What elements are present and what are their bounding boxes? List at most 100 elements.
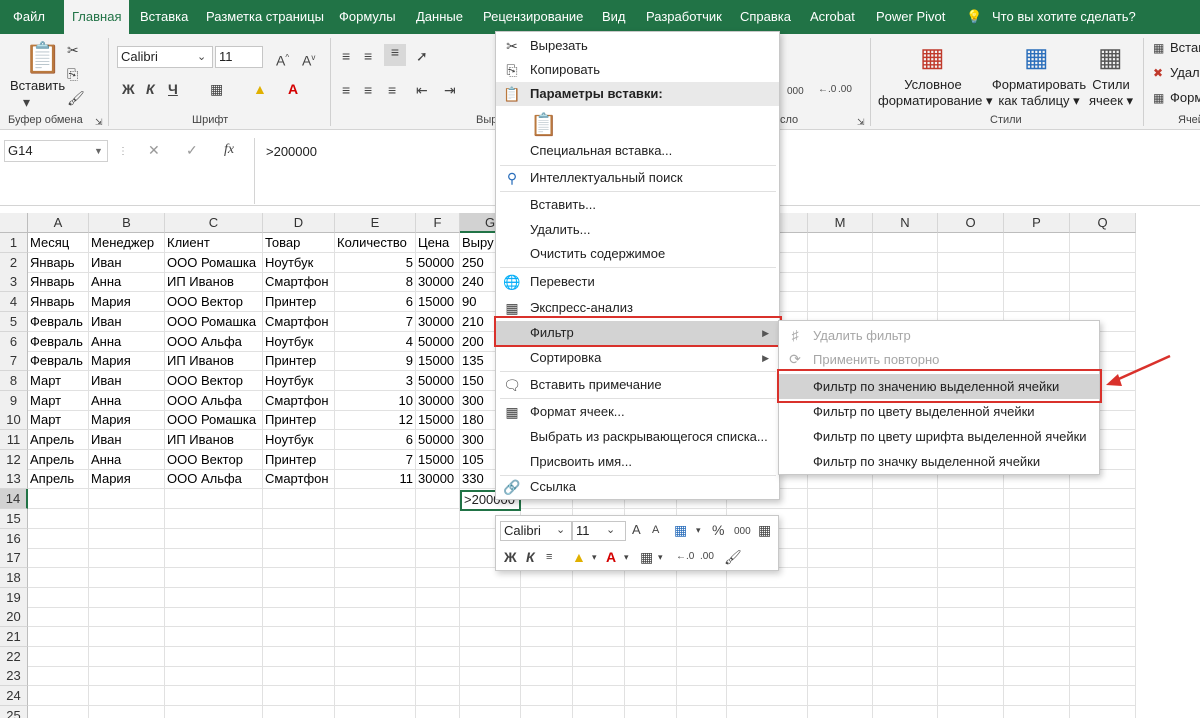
empty-cell[interactable]	[460, 686, 521, 707]
empty-cell[interactable]	[263, 548, 335, 569]
empty-cell[interactable]	[460, 627, 521, 647]
empty-cell[interactable]	[873, 548, 938, 569]
empty-cell[interactable]	[1004, 233, 1070, 253]
table-cell[interactable]: Товар	[263, 233, 335, 253]
empty-cell[interactable]	[873, 233, 938, 253]
empty-cell[interactable]	[1004, 705, 1070, 718]
empty-cell[interactable]	[89, 508, 165, 529]
empty-cell[interactable]	[873, 686, 938, 707]
column-header[interactable]: D	[263, 213, 335, 233]
submenu-item-filter-by-font-color[interactable]: Фильтр по цвету шрифта выделенной ячейки	[779, 424, 1099, 449]
tab-help[interactable]: Справка	[740, 0, 791, 34]
borders-icon[interactable]: ▦	[210, 81, 223, 97]
table-cell[interactable]: Январь	[28, 252, 89, 273]
empty-cell[interactable]	[416, 686, 460, 707]
empty-cell[interactable]	[873, 508, 938, 529]
table-cell[interactable]: ИП Иванов	[165, 430, 263, 450]
tab-power-pivot[interactable]: Power Pivot	[876, 0, 945, 34]
column-header[interactable]: O	[938, 213, 1004, 233]
table-cell[interactable]: Март	[28, 410, 89, 431]
empty-cell[interactable]	[808, 666, 873, 687]
tell-me-search[interactable]: Что вы хотите сделать?	[992, 0, 1136, 34]
menu-item-cut[interactable]: ✂ Вырезать	[496, 34, 779, 58]
empty-cell[interactable]	[1004, 686, 1070, 707]
empty-cell[interactable]	[625, 627, 677, 647]
empty-cell[interactable]	[165, 489, 263, 510]
column-header[interactable]: B	[89, 213, 165, 233]
empty-cell[interactable]	[1070, 528, 1136, 549]
column-header[interactable]: N	[873, 213, 938, 233]
empty-cell[interactable]	[1004, 292, 1070, 313]
empty-cell[interactable]	[460, 587, 521, 608]
chevron-down-icon[interactable]: ▾	[658, 549, 663, 565]
empty-cell[interactable]	[89, 705, 165, 718]
empty-cell[interactable]	[165, 508, 263, 529]
table-cell[interactable]: Месяц	[28, 233, 89, 253]
empty-cell[interactable]	[625, 666, 677, 687]
empty-cell[interactable]	[263, 686, 335, 707]
table-cell[interactable]: 15000	[416, 351, 460, 372]
column-header[interactable]: M	[808, 213, 873, 233]
empty-cell[interactable]	[28, 646, 89, 667]
empty-cell[interactable]	[938, 548, 1004, 569]
empty-cell[interactable]	[938, 646, 1004, 667]
empty-cell[interactable]	[165, 528, 263, 549]
empty-cell[interactable]	[727, 607, 808, 628]
table-cell[interactable]: 3	[335, 370, 416, 391]
bold-icon[interactable]: Ж	[122, 81, 135, 97]
table-cell[interactable]: Ноутбук	[263, 430, 335, 450]
empty-cell[interactable]	[165, 587, 263, 608]
empty-cell[interactable]	[808, 646, 873, 667]
align-top-icon[interactable]: ≡	[342, 48, 350, 64]
empty-cell[interactable]	[416, 489, 460, 510]
empty-cell[interactable]	[460, 666, 521, 687]
empty-cell[interactable]	[938, 607, 1004, 628]
empty-cell[interactable]	[165, 666, 263, 687]
decrease-decimal-icon[interactable]: .00	[838, 82, 852, 98]
table-cell[interactable]: ООО Ромашка	[165, 410, 263, 431]
empty-cell[interactable]	[335, 627, 416, 647]
table-cell[interactable]: 11	[335, 469, 416, 490]
empty-cell[interactable]	[938, 272, 1004, 293]
menu-item-copy[interactable]: ⎘ Копировать	[496, 58, 779, 82]
chevron-down-icon[interactable]: ⌄	[556, 522, 565, 538]
table-cell[interactable]: ООО Вектор	[165, 292, 263, 313]
empty-cell[interactable]	[263, 607, 335, 628]
table-cell[interactable]: Иван	[89, 430, 165, 450]
empty-cell[interactable]	[873, 252, 938, 273]
empty-cell[interactable]	[165, 607, 263, 628]
table-cell[interactable]: 9	[335, 351, 416, 372]
table-cell[interactable]: Иван	[89, 370, 165, 391]
table-cell[interactable]: Январь	[28, 292, 89, 313]
menu-item-translate[interactable]: 🌐 Перевести	[496, 270, 779, 294]
menu-item-define-name[interactable]: Присвоить имя...	[496, 450, 779, 474]
empty-cell[interactable]	[1004, 528, 1070, 549]
empty-cell[interactable]	[1004, 627, 1070, 647]
empty-cell[interactable]	[1004, 567, 1070, 588]
row-header[interactable]: 12	[0, 449, 28, 470]
empty-cell[interactable]	[938, 252, 1004, 273]
empty-cell[interactable]	[28, 528, 89, 549]
empty-cell[interactable]	[1004, 587, 1070, 608]
tab-page-layout[interactable]: Разметка страницы	[206, 0, 324, 34]
empty-cell[interactable]	[873, 607, 938, 628]
empty-cell[interactable]	[263, 528, 335, 549]
empty-cell[interactable]	[573, 607, 625, 628]
table-cell[interactable]: Иван	[89, 311, 165, 332]
table-cell[interactable]: Январь	[28, 272, 89, 293]
empty-cell[interactable]	[416, 587, 460, 608]
name-box[interactable]: G14	[4, 140, 108, 162]
empty-cell[interactable]	[416, 705, 460, 718]
empty-cell[interactable]	[28, 686, 89, 707]
menu-item-insert-comment[interactable]: 🗨 Вставить примечание	[496, 373, 779, 397]
empty-cell[interactable]	[808, 607, 873, 628]
empty-cell[interactable]	[938, 666, 1004, 687]
empty-cell[interactable]	[89, 646, 165, 667]
menu-item-paste-special[interactable]: Специальная вставка...	[496, 139, 779, 163]
empty-cell[interactable]	[808, 705, 873, 718]
column-header[interactable]: A	[28, 213, 89, 233]
empty-cell[interactable]	[808, 489, 873, 510]
table-cell[interactable]: 15000	[416, 410, 460, 431]
tab-file[interactable]: Файл	[13, 0, 45, 34]
cancel-icon[interactable]: ✕	[148, 142, 160, 158]
